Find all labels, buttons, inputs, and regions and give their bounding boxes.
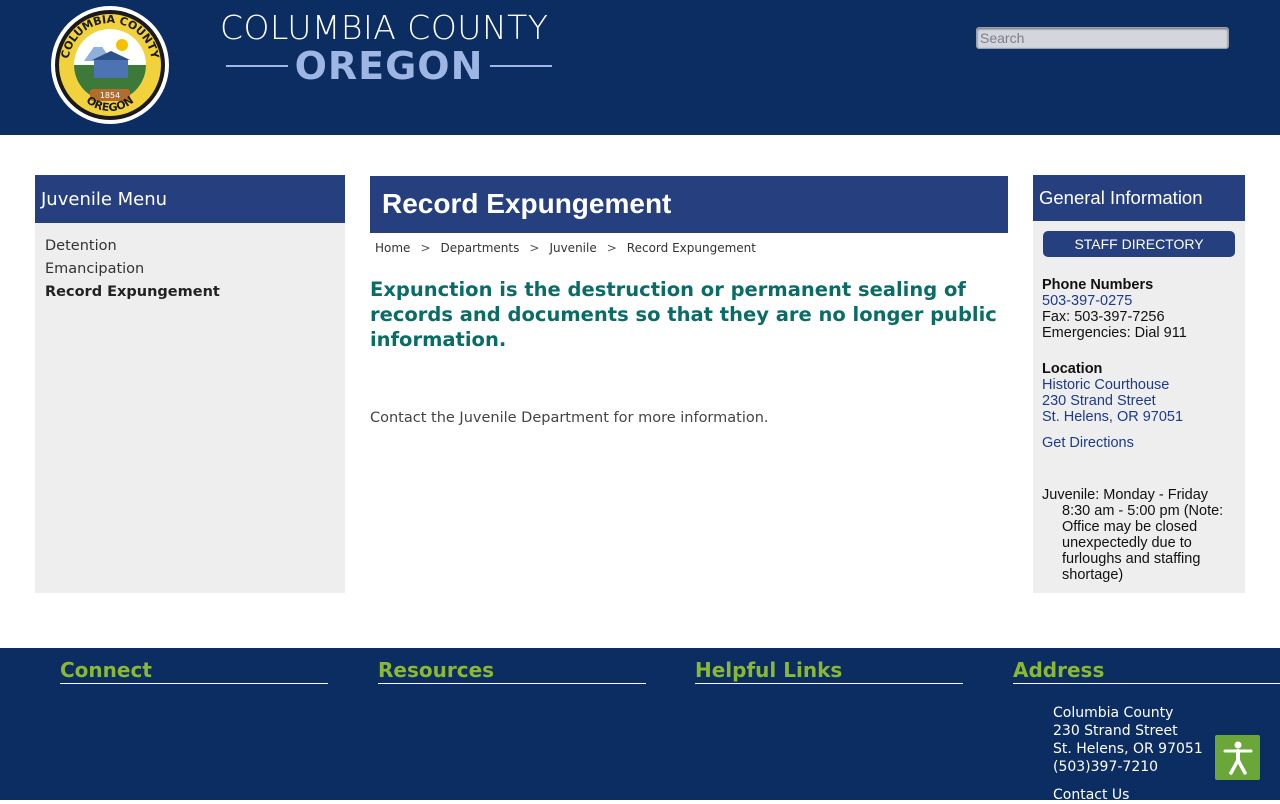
footer-address-phone[interactable]: (503)397-7210 xyxy=(1053,758,1203,776)
footer-address: Address xyxy=(1013,658,1280,684)
juvenile-menu-title: Juvenile Menu xyxy=(35,175,345,223)
main-content: Record Expungement Home > Departments > … xyxy=(370,176,1008,426)
general-info-panel: General Information STAFF DIRECTORY Phon… xyxy=(1033,175,1245,593)
street-link[interactable]: 230 Strand Street xyxy=(1042,393,1236,409)
site-footer: Connect Resources Helpful Links Address … xyxy=(0,648,1280,803)
title-rule-right xyxy=(489,65,552,67)
menu-item-emancipation[interactable]: Emancipation xyxy=(45,258,335,281)
juvenile-menu-list: Detention Emancipation Record Expungemen… xyxy=(35,223,345,316)
breadcrumb-separator: > xyxy=(420,241,431,255)
footer-helpful-links: Helpful Links xyxy=(695,658,963,684)
footer-address-block: Columbia County 230 Strand Street St. He… xyxy=(1053,704,1203,804)
site-title-oregon: OREGON xyxy=(294,44,484,88)
search-input[interactable] xyxy=(976,27,1229,49)
location-name-link[interactable]: Historic Courthouse xyxy=(1042,377,1236,393)
svg-text:1854: 1854 xyxy=(100,91,120,100)
general-info-title: General Information xyxy=(1033,175,1245,221)
breadcrumb-current: Record Expungement xyxy=(626,241,756,255)
general-info-details: Phone Numbers 503-397-0275 Fax: 503-397-… xyxy=(1033,277,1245,583)
site-header: 1854 COLUMBIA COUNTY OREGON COLUMBIA COU… xyxy=(0,0,1280,135)
footer-address-name: Columbia County xyxy=(1053,705,1174,721)
breadcrumb-separator: > xyxy=(606,241,617,255)
footer-resources: Resources xyxy=(378,658,646,684)
breadcrumb-departments[interactable]: Departments xyxy=(441,241,520,255)
footer-connect-heading: Connect xyxy=(60,658,152,682)
location-label: Location xyxy=(1042,361,1103,377)
emergency-number: Emergencies: Dial 911 xyxy=(1042,325,1187,341)
page-title: Record Expungement xyxy=(370,176,1008,233)
county-seal-logo[interactable]: 1854 COLUMBIA COUNTY OREGON xyxy=(50,5,170,125)
site-title-state[interactable]: OREGON xyxy=(226,42,552,90)
menu-item-record-expungement[interactable]: Record Expungement xyxy=(45,281,335,304)
breadcrumb-home[interactable]: Home xyxy=(375,241,410,255)
fax-number: Fax: 503-397-7256 xyxy=(1042,309,1165,325)
lead-statement: Expunction is the destruction or permane… xyxy=(370,278,997,351)
footer-resources-heading: Resources xyxy=(378,658,495,682)
title-rule-left xyxy=(226,65,288,67)
footer-contact-us-link[interactable]: Contact Us xyxy=(1053,786,1203,804)
breadcrumb-juvenile[interactable]: Juvenile xyxy=(549,241,596,255)
footer-address-city: St. Helens, OR 97051 xyxy=(1053,741,1203,757)
get-directions-link[interactable]: Get Directions xyxy=(1042,435,1236,451)
breadcrumb-separator: > xyxy=(529,241,540,255)
breadcrumb: Home > Departments > Juvenile > Record E… xyxy=(370,241,1008,255)
phone-link[interactable]: 503-397-0275 xyxy=(1042,293,1236,309)
footer-address-heading: Address xyxy=(1013,658,1105,682)
footer-connect: Connect xyxy=(60,658,328,684)
city-link[interactable]: St. Helens, OR 97051 xyxy=(1042,409,1236,425)
accessibility-button[interactable] xyxy=(1215,735,1260,780)
body-text: Contact the Juvenile Department for more… xyxy=(370,410,769,426)
staff-directory-button[interactable]: STAFF DIRECTORY xyxy=(1043,231,1235,257)
office-hours: Juvenile: Monday - Friday 8:30 am - 5:00… xyxy=(1042,487,1224,583)
menu-item-detention[interactable]: Detention xyxy=(45,235,335,258)
footer-address-street: 230 Strand Street xyxy=(1053,723,1178,739)
footer-helpful-links-heading: Helpful Links xyxy=(695,658,843,682)
phone-numbers-label: Phone Numbers xyxy=(1042,277,1154,293)
juvenile-menu-panel: Juvenile Menu Detention Emancipation Rec… xyxy=(35,175,345,593)
accessibility-icon xyxy=(1223,741,1252,775)
